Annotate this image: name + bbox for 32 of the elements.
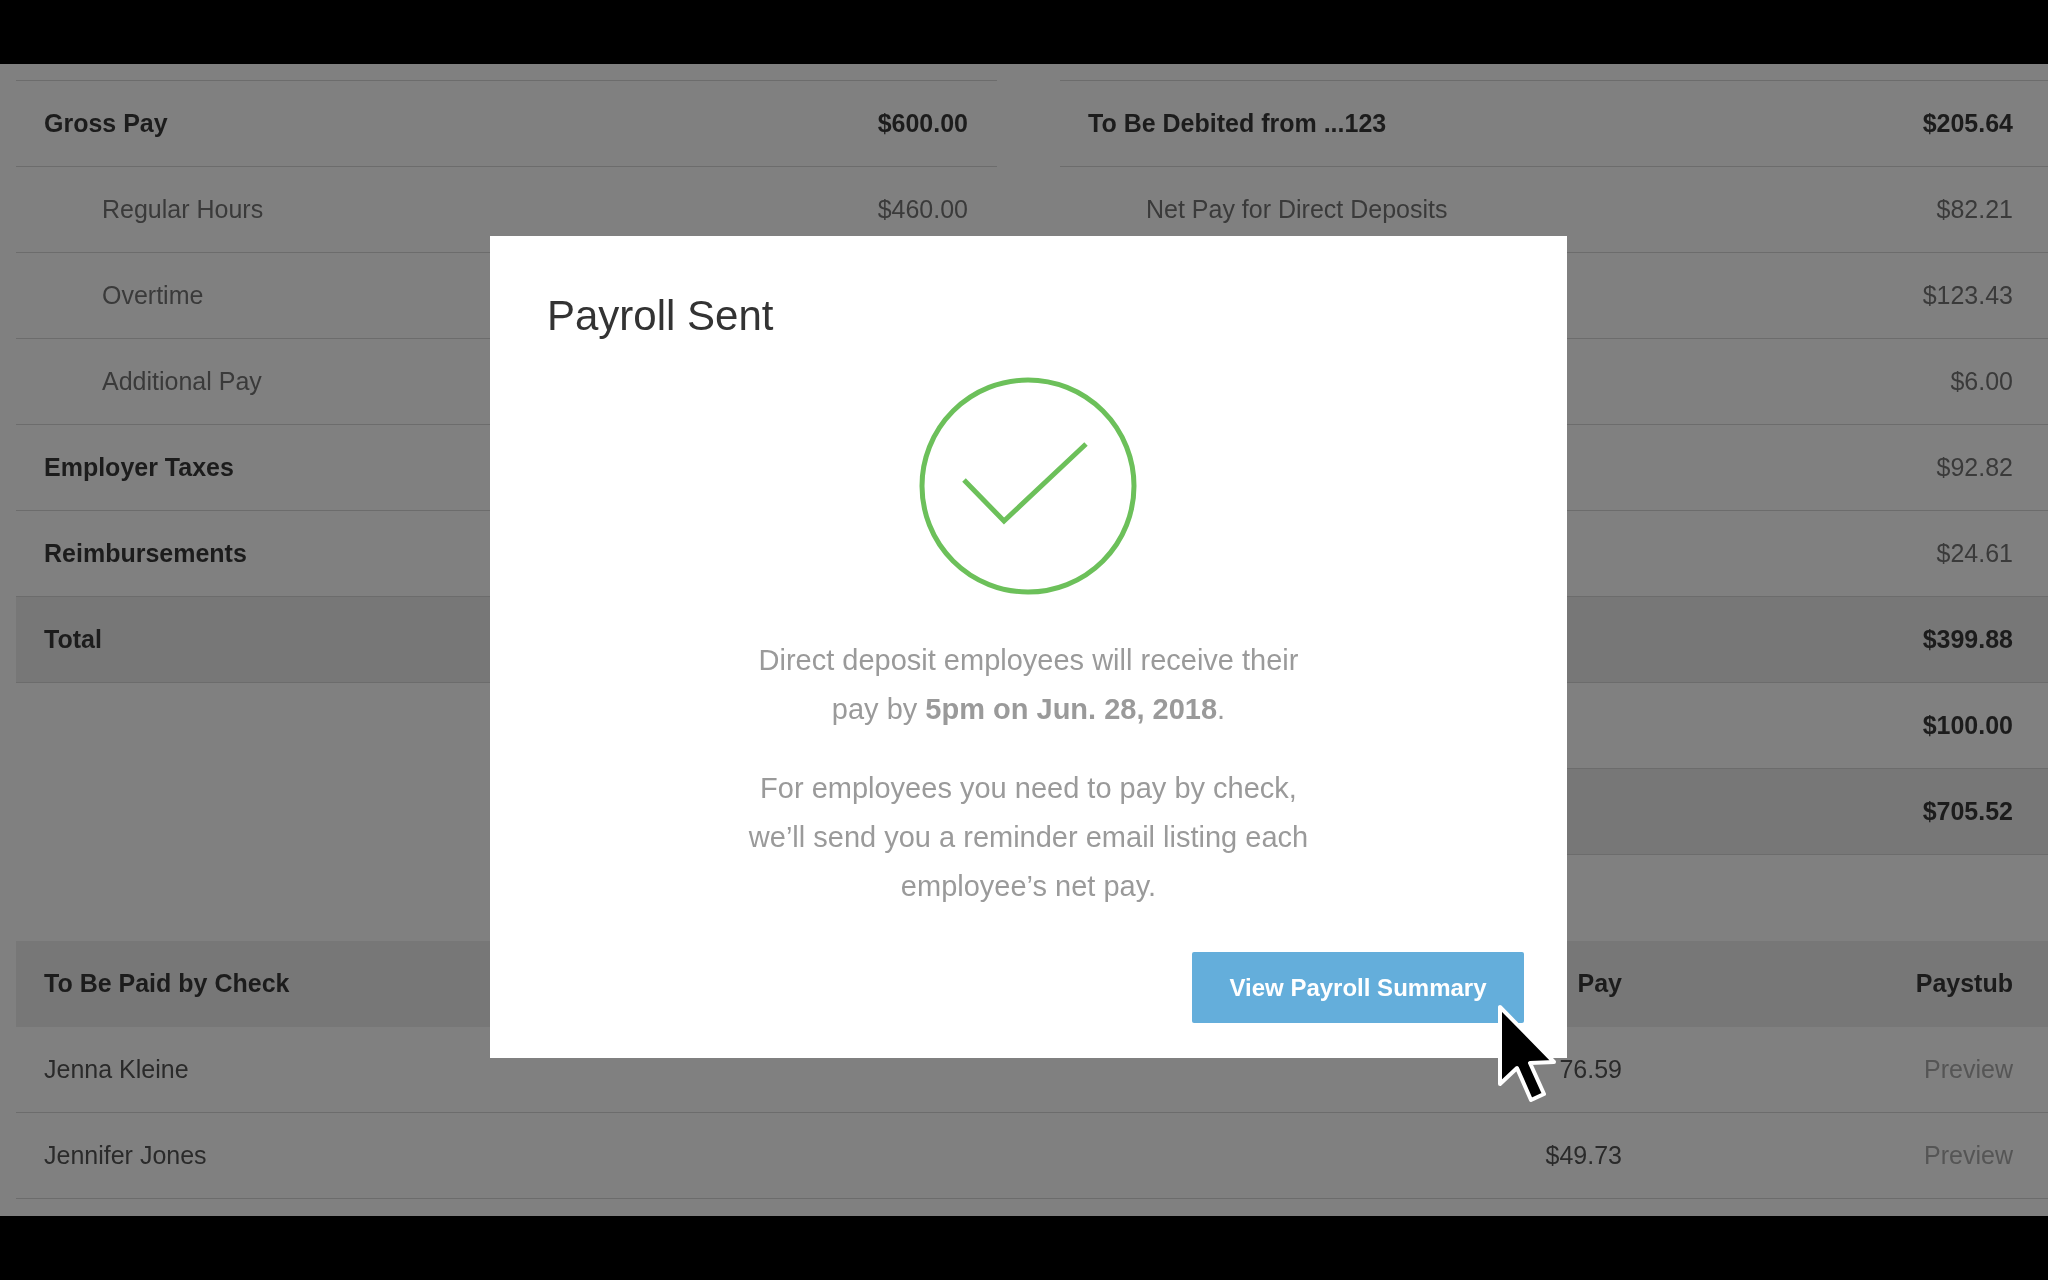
row-label: Additional Pay	[101, 365, 262, 397]
view-summary-button[interactable]: View Payroll Summary	[1192, 952, 1524, 1023]
row-amount: $92.82	[1936, 451, 2013, 483]
check-circle-icon	[918, 376, 1138, 596]
column-header: To Be Paid by Check	[44, 968, 290, 1000]
row-label: Regular Hours	[101, 193, 264, 225]
row-amount: $100.00	[1922, 709, 2013, 741]
row-amount: $6.00	[1950, 365, 2013, 397]
row-amount: $399.88	[1922, 623, 2013, 655]
row-amount: $24.61	[1936, 537, 2013, 569]
table-cell-text: $49.73	[1545, 1139, 1622, 1171]
message-text: For employees you need to pay by check, we’ll send you a reminder email listing each employee’s net pay.	[748, 771, 1309, 904]
row-amount: $705.52	[1922, 795, 2013, 827]
row-label: To Be Debited from ...123	[1087, 107, 1387, 139]
row-amount: $82.21	[1936, 193, 2013, 225]
row-amount: $600.00	[877, 107, 968, 139]
message-text: Direct deposit employees will receive their pay by 5pm on Jun. 28, 2018.	[758, 643, 1299, 727]
dialog-title: Payroll Sent	[547, 291, 774, 341]
row-label: Net Pay for Direct Deposits	[1145, 193, 1448, 225]
row-amount: $205.64	[1922, 107, 2013, 139]
row-amount: $123.43	[1922, 279, 2013, 311]
table-cell-text: 76.59	[1559, 1053, 1622, 1085]
table-cell-text: Jenna Kleine	[44, 1053, 189, 1085]
row-label: Reimbursements	[43, 537, 247, 569]
column-header: Pay	[1577, 968, 1622, 1000]
row-label: Overtime	[101, 279, 204, 311]
column-header: Paystub	[1915, 968, 2013, 1000]
row-label: Gross Pay	[43, 107, 168, 139]
row-amount: $460.00	[877, 193, 968, 225]
row-label: Total	[43, 623, 102, 655]
row-label: Employer Taxes	[43, 451, 234, 483]
table-cell-text: Jennifer Jones	[44, 1139, 207, 1171]
